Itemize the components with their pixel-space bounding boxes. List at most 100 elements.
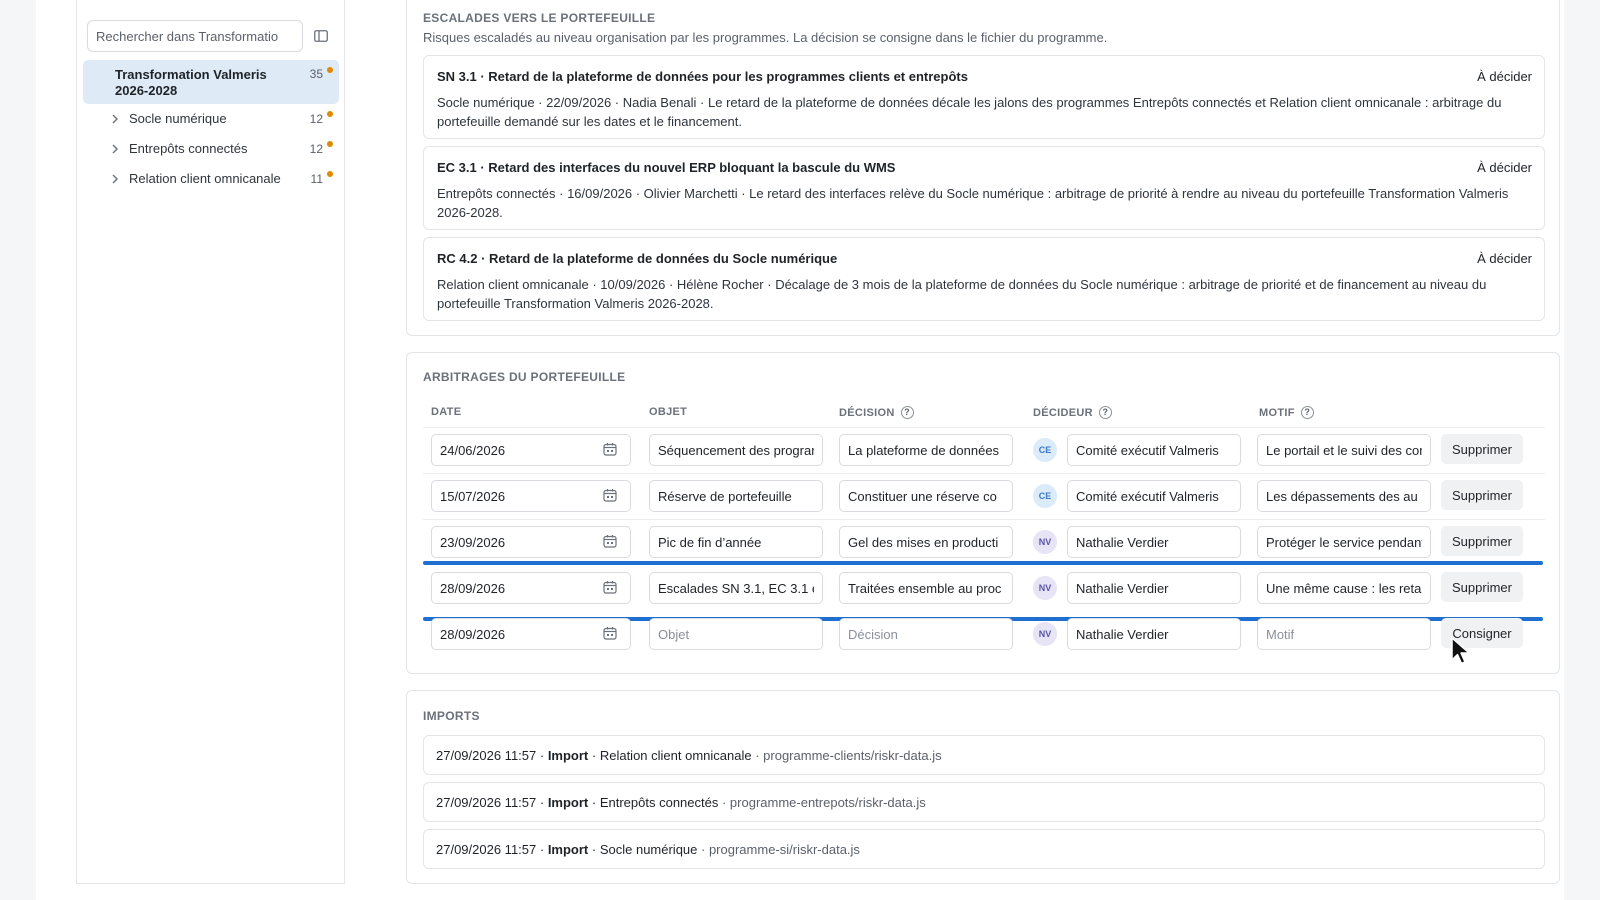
escalades-title: ESCALADES VERS LE PORTEFEUILLE <box>423 11 656 25</box>
motif-input[interactable] <box>1257 572 1431 604</box>
date-input[interactable] <box>431 572 631 604</box>
import-timestamp: 27/09/2026 11:57 <box>436 747 537 763</box>
escalade-heading: SN 3.1 · Retard de la plateforme de donn… <box>437 69 968 84</box>
imports-panel: IMPORTS 27/09/2026 11:57 · Import · Rela… <box>406 690 1560 884</box>
escalade-status: À décider <box>1477 251 1532 266</box>
help-icon[interactable]: ? <box>1098 406 1112 419</box>
new-motif-input[interactable] <box>1257 618 1431 650</box>
arbitrages-panel: ARBITRAGES DU PORTEFEUILLE DATE OBJET DÉ… <box>406 352 1560 674</box>
sidebar-collapse-icon[interactable] <box>311 26 331 46</box>
decideur-input[interactable] <box>1067 434 1241 466</box>
status-dot <box>327 141 333 147</box>
separator: · <box>588 794 600 810</box>
escalade-heading: EC 3.1 · Retard des interfaces du nouvel… <box>437 160 896 175</box>
tree-item-relation-client[interactable]: Relation client omnicanale 11 <box>83 166 339 192</box>
decideur-input[interactable] <box>1067 526 1241 558</box>
decideur-input[interactable] <box>1067 480 1241 512</box>
tree-item-entrepots-connectes[interactable]: Entrepôts connectés 12 <box>83 136 339 162</box>
escalade-status: À décider <box>1477 69 1532 84</box>
consigner-button[interactable]: Consigner <box>1441 618 1523 648</box>
import-program: Entrepôts connectés <box>599 794 719 810</box>
tree-item-portfolio[interactable]: Transformation Valmeris 2026-2028 35 <box>83 60 339 104</box>
separator: · <box>718 794 730 810</box>
objet-input[interactable] <box>649 572 823 604</box>
help-icon[interactable]: ? <box>900 406 914 419</box>
decideur-input[interactable] <box>1067 572 1241 604</box>
delete-button[interactable]: Supprimer <box>1441 526 1523 556</box>
sidebar-search-input[interactable] <box>87 20 303 52</box>
new-arbitrage-row: NV Consigner <box>423 611 1545 657</box>
calendar-icon[interactable] <box>603 534 617 548</box>
decision-input[interactable] <box>839 480 1013 512</box>
import-keyword: Import <box>547 841 589 857</box>
separator: · <box>588 841 600 857</box>
tree-item-count: 12 <box>309 112 323 126</box>
escalades-description: Risques escaladés au niveau organisation… <box>423 30 1108 45</box>
tree-item-label: Transformation Valmeris 2026-2028 <box>115 67 267 98</box>
chevron-right-icon[interactable] <box>109 143 121 155</box>
separator: · <box>697 841 709 857</box>
new-decision-input[interactable] <box>839 618 1013 650</box>
status-dot <box>327 171 333 177</box>
delete-button[interactable]: Supprimer <box>1441 572 1523 602</box>
import-path: programme-clients/riskr-data.js <box>763 747 942 763</box>
import-entry[interactable]: 27/09/2026 11:57 · Import · Socle numéri… <box>423 829 1545 869</box>
calendar-icon[interactable] <box>603 626 617 640</box>
tree-item-label: Relation client omnicanale <box>129 171 281 186</box>
avatar: NV <box>1033 530 1057 554</box>
separator: · <box>751 747 764 763</box>
tree-item-count: 12 <box>309 142 323 156</box>
chevron-right-icon[interactable] <box>109 173 121 185</box>
import-timestamp: 27/09/2026 11:57 <box>436 794 537 810</box>
objet-input[interactable] <box>649 526 823 558</box>
tree-item-socle-numerique[interactable]: Socle numérique 12 <box>83 106 339 132</box>
column-header-label: DÉCISION <box>839 406 895 419</box>
date-input[interactable] <box>431 480 631 512</box>
new-date-input[interactable] <box>431 618 631 650</box>
table-row-highlighted: NV Supprimer <box>423 565 1545 611</box>
column-header-date: DATE <box>431 406 461 418</box>
table-row: CE Supprimer <box>423 427 1545 473</box>
objet-input[interactable] <box>649 480 823 512</box>
decision-input[interactable] <box>839 434 1013 466</box>
escalade-card[interactable]: EC 3.1 · Retard des interfaces du nouvel… <box>423 146 1545 230</box>
column-header-decision: DÉCISION? <box>839 406 914 419</box>
help-icon[interactable]: ? <box>1300 406 1314 419</box>
delete-button[interactable]: Supprimer <box>1441 480 1523 510</box>
separator: · <box>588 747 600 763</box>
avatar: CE <box>1033 484 1057 508</box>
decision-input[interactable] <box>839 572 1013 604</box>
imports-title: IMPORTS <box>423 709 480 723</box>
calendar-icon[interactable] <box>603 580 617 594</box>
import-entry[interactable]: 27/09/2026 11:57 · Import · Entrepôts co… <box>423 782 1545 822</box>
calendar-icon[interactable] <box>603 488 617 502</box>
calendar-icon[interactable] <box>603 442 617 456</box>
import-path: programme-si/riskr-data.js <box>708 841 860 857</box>
objet-input[interactable] <box>649 434 823 466</box>
import-program: Relation client omnicanale <box>599 747 752 763</box>
decision-input[interactable] <box>839 526 1013 558</box>
date-input[interactable] <box>431 526 631 558</box>
status-dot <box>327 67 333 73</box>
separator: · <box>536 747 548 763</box>
chevron-right-icon[interactable] <box>109 113 121 125</box>
escalade-card[interactable]: SN 3.1 · Retard de la plateforme de donn… <box>423 55 1545 139</box>
date-input[interactable] <box>431 434 631 466</box>
separator: · <box>536 794 548 810</box>
delete-button[interactable]: Supprimer <box>1441 434 1523 464</box>
arbitrages-title: ARBITRAGES DU PORTEFEUILLE <box>423 370 626 384</box>
motif-input[interactable] <box>1257 526 1431 558</box>
import-timestamp: 27/09/2026 11:57 <box>436 841 537 857</box>
new-objet-input[interactable] <box>649 618 823 650</box>
new-decideur-input[interactable] <box>1067 618 1241 650</box>
escalade-heading: RC 4.2 · Retard de la plateforme de donn… <box>437 251 838 266</box>
tree-item-count: 11 <box>310 172 323 186</box>
motif-input[interactable] <box>1257 434 1431 466</box>
motif-input[interactable] <box>1257 480 1431 512</box>
column-header-label: MOTIF <box>1259 406 1295 419</box>
escalades-panel: ESCALADES VERS LE PORTEFEUILLE Risques e… <box>406 0 1560 336</box>
import-entry[interactable]: 27/09/2026 11:57 · Import · Relation cli… <box>423 735 1545 775</box>
import-keyword: Import <box>547 794 589 810</box>
escalade-card[interactable]: RC 4.2 · Retard de la plateforme de donn… <box>423 237 1545 321</box>
import-path: programme-entrepots/riskr-data.js <box>729 794 926 810</box>
